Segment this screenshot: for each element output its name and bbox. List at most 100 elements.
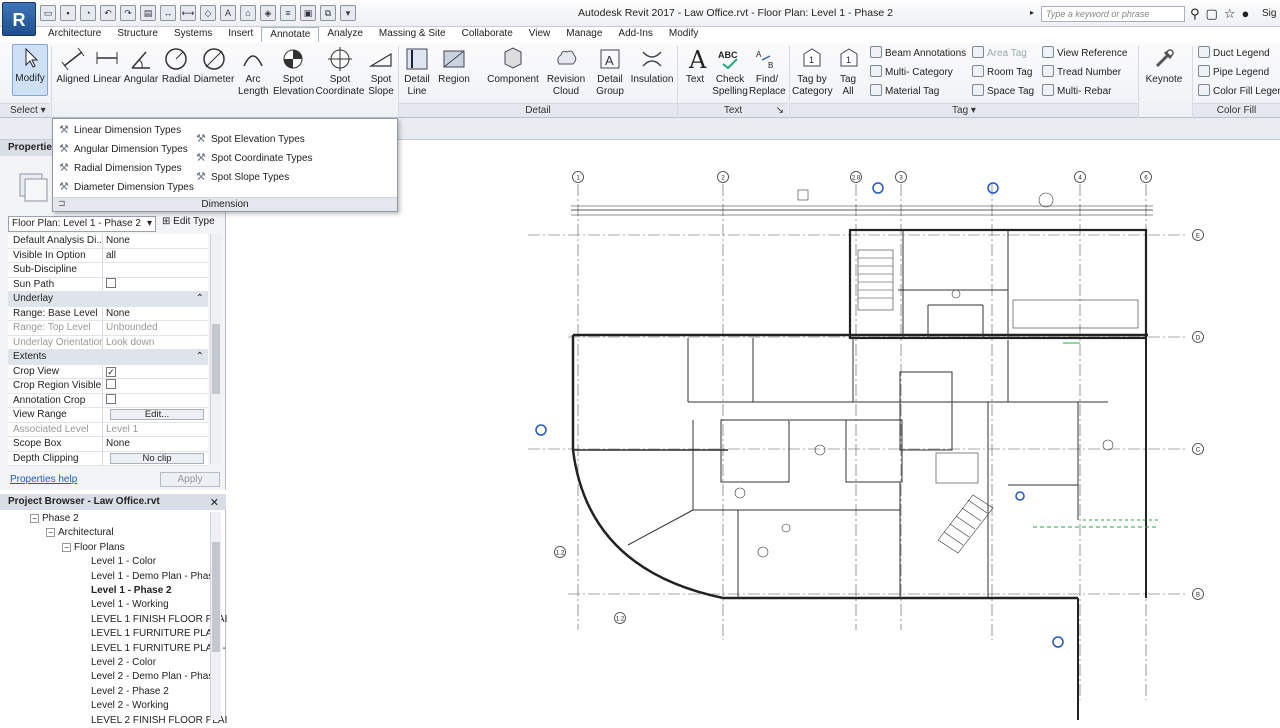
aligned-dimension-button[interactable]: Aligned — [56, 46, 90, 86]
close-icon[interactable]: ✕ — [210, 496, 219, 509]
property-value[interactable] — [103, 277, 208, 292]
subscription-icon[interactable]: ▢ — [1206, 6, 1218, 22]
checkbox[interactable]: ✓ — [106, 366, 116, 377]
tab-systems[interactable]: Systems — [166, 27, 220, 42]
tab-manage[interactable]: Manage — [558, 27, 610, 42]
diameter-dimension-button[interactable]: Diameter — [193, 46, 235, 86]
browser-item-phase-2[interactable]: − Phase 2 — [30, 512, 79, 526]
detail-line-button[interactable]: Detail Line — [402, 46, 432, 98]
spot-slope-button[interactable]: Spot Slope — [366, 46, 396, 98]
browser-item-architectural[interactable]: − Architectural — [46, 526, 114, 540]
checkbox[interactable] — [106, 393, 116, 404]
text-icon[interactable]: A — [220, 5, 236, 21]
3d-view-icon[interactable]: ⌂ — [240, 5, 256, 21]
menu-item-spot-slope-types[interactable]: ⚒ Spot Slope Types — [196, 169, 289, 185]
search-input[interactable]: Type a keyword or phrase — [1041, 6, 1185, 22]
pipe-legend-button[interactable]: Pipe Legend — [1198, 64, 1269, 82]
duct-legend-button[interactable]: Duct Legend — [1198, 45, 1270, 63]
tab-annotate[interactable]: Annotate — [261, 27, 320, 42]
tab-analyze[interactable]: Analyze — [319, 27, 371, 42]
browser-item-level-2-color[interactable]: Level 2 - Color — [91, 656, 156, 670]
collapse-toggle-icon[interactable]: − — [46, 528, 55, 538]
property-value[interactable]: None — [103, 307, 208, 321]
edit-type-button[interactable]: ⊞ Edit Type — [162, 216, 215, 227]
browser-item-level-2-finish-floor-plai[interactable]: LEVEL 2 FINISH FLOOR PLAI — [91, 714, 227, 728]
browser-item-level-1-demo-plan-phase[interactable]: Level 1 - Demo Plan - Phase — [91, 570, 219, 584]
dimension-icon[interactable]: ⟷ — [180, 5, 196, 21]
browser-item-level-1-furniture-plan[interactable]: LEVEL 1 FURNITURE PLAN - — [91, 642, 226, 656]
menu-item-spot-elevation-types[interactable]: ⚒ Spot Elevation Types — [196, 131, 305, 147]
modify-button[interactable]: Modify — [12, 44, 48, 96]
menu-item-spot-coordinate-types[interactable]: ⚒ Spot Coordinate Types — [196, 150, 313, 166]
browser-item-level-1-finish-floor-plai[interactable]: LEVEL 1 FINISH FLOOR PLAI — [91, 613, 227, 627]
tab-modify[interactable]: Modify — [661, 27, 706, 42]
search-expand-icon[interactable]: ▸ — [1030, 8, 1034, 17]
browser-item-level-2-phase-2[interactable]: Level 2 - Phase 2 — [91, 685, 169, 699]
thin-lines-icon[interactable]: ≡ — [280, 5, 296, 21]
user-icon[interactable]: ● — [1241, 6, 1249, 22]
view-range-button[interactable]: Edit... — [110, 409, 204, 420]
collapse-icon[interactable]: ⌃ — [188, 350, 208, 364]
linear-dimension-button[interactable]: Linear — [92, 46, 122, 86]
radial-dimension-button[interactable]: Radial — [160, 46, 192, 86]
property-value[interactable]: Edit... — [103, 408, 208, 422]
tag-by-category-button[interactable]: 1 Tag by Category — [792, 46, 833, 98]
property-value[interactable] — [103, 263, 208, 277]
select-panel-label[interactable]: Select ▾ — [0, 103, 50, 117]
depth-clipping-button[interactable]: No clip — [110, 452, 204, 464]
text-button[interactable]: A Text — [684, 46, 707, 86]
multi-rebar-button[interactable]: Multi- Rebar — [1042, 83, 1111, 101]
floor-plan-drawing[interactable]: 1 2 2.8 3 4 6EDCB1.21.2 — [228, 140, 1280, 720]
sync-icon[interactable]: ◔ — [80, 5, 96, 21]
browser-item-level-1-furniture-plan[interactable]: LEVEL 1 FURNITURE PLAN — [91, 627, 220, 641]
beam-annotations-button[interactable]: Beam Annotations — [870, 45, 966, 63]
material-tag-button[interactable]: Material Tag — [870, 83, 939, 101]
property-value[interactable] — [103, 393, 208, 408]
property-value[interactable]: None — [103, 437, 208, 451]
save-icon[interactable]: ▪ — [60, 5, 76, 21]
property-value[interactable]: ✓ — [103, 365, 208, 379]
tag-icon[interactable]: ◇ — [200, 5, 216, 21]
color-fill-legend-button[interactable]: Color Fill Legend — [1198, 83, 1280, 101]
tag-all-button[interactable]: 1 Tag All — [836, 46, 860, 98]
menu-item-linear-dimension-types[interactable]: ⚒ Linear Dimension Types — [59, 122, 181, 138]
dialog-launcher-icon[interactable]: ↘ — [776, 104, 784, 117]
switch-windows-icon[interactable]: ⧉ — [320, 5, 336, 21]
room-tag-button[interactable]: Room Tag — [972, 64, 1032, 82]
tab-structure[interactable]: Structure — [109, 27, 166, 42]
application-menu-button[interactable]: R — [2, 2, 36, 36]
open-icon[interactable]: ▭ — [40, 5, 56, 21]
angular-dimension-button[interactable]: Angular — [123, 46, 159, 86]
customize-icon[interactable]: ▾ — [340, 5, 356, 21]
browser-item-floor-plans[interactable]: − Floor Plans — [62, 541, 125, 555]
print-icon[interactable]: ▤ — [140, 5, 156, 21]
component-button[interactable]: Component — [484, 46, 542, 86]
property-value[interactable]: No clip — [103, 452, 208, 466]
redo-icon[interactable]: ↷ — [120, 5, 136, 21]
user-name[interactable]: Sig — [1262, 8, 1276, 19]
apply-button[interactable]: Apply — [160, 472, 220, 487]
property-group-extents[interactable]: Extents ⌃ — [8, 350, 208, 365]
insulation-button[interactable]: Insulation — [628, 46, 676, 86]
undo-icon[interactable]: ↶ — [100, 5, 116, 21]
browser-scrollbar[interactable] — [210, 512, 221, 720]
spot-coordinate-button[interactable]: Spot Coordinate — [315, 46, 365, 98]
collapse-icon[interactable]: ⌃ — [188, 292, 208, 306]
property-value[interactable]: all — [103, 249, 208, 263]
close-hidden-icon[interactable]: ▣ — [300, 5, 316, 21]
menu-item-radial-dimension-types[interactable]: ⚒ Radial Dimension Types — [59, 160, 182, 176]
drawing-area[interactable]: 1 2 2.8 3 4 6 E D C B 1.2 1.2 — [228, 140, 1280, 720]
measure-icon[interactable]: ↔ — [160, 5, 176, 21]
pin-icon[interactable]: ⊐ — [58, 198, 66, 209]
property-group-underlay[interactable]: Underlay ⌃ — [8, 292, 208, 307]
tread-number-button[interactable]: Tread Number — [1042, 64, 1121, 82]
tab-view[interactable]: View — [521, 27, 559, 42]
multi-category-button[interactable]: Multi- Category — [870, 64, 953, 82]
checkbox[interactable] — [106, 277, 116, 288]
space-tag-button[interactable]: Space Tag — [972, 83, 1034, 101]
tab-insert[interactable]: Insert — [220, 27, 261, 42]
menu-item-diameter-dimension-types[interactable]: ⚒ Diameter Dimension Types — [59, 179, 194, 195]
menu-item-angular-dimension-types[interactable]: ⚒ Angular Dimension Types — [59, 141, 188, 157]
tab-massing-site[interactable]: Massing & Site — [371, 27, 454, 42]
detail-group-button[interactable]: A Detail Group — [593, 46, 627, 98]
